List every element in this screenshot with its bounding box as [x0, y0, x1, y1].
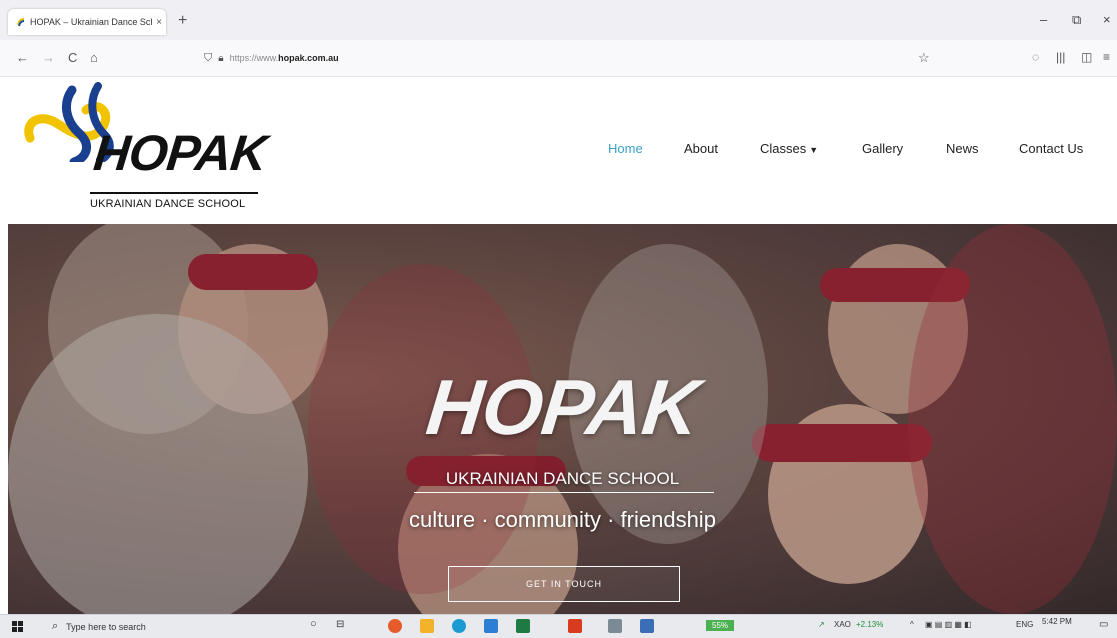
site-header: HOPAK UKRAINIAN DANCE SCHOOL Home About … — [0, 77, 1117, 224]
tab-close-icon[interactable]: × — [152, 17, 166, 28]
browser-tab[interactable]: HOPAK – Ukrainian Dance Scho × — [8, 9, 166, 35]
bookmark-star-icon[interactable]: ☆ — [918, 50, 930, 66]
address-bar[interactable]: ⛉ 🔒︎ https://www. hopak.com.au — [200, 46, 940, 70]
menu-icon[interactable]: ≡ — [1103, 50, 1110, 64]
minimize-icon[interactable]: – — [1040, 12, 1047, 27]
url-prefix: https://www. — [229, 53, 279, 63]
logo-wordmark: HOPAK — [91, 125, 269, 181]
search-icon: ⌕ — [52, 620, 59, 632]
browser-tab-bar: HOPAK – Ukrainian Dance Scho × + – ⧉ × — [0, 0, 1117, 40]
site-favicon-icon — [16, 17, 26, 27]
hero-banner: HOPAK UKRAINIAN DANCE SCHOOL culture · c… — [8, 224, 1117, 614]
url-host: hopak.com.au — [278, 53, 339, 63]
back-icon[interactable]: ← — [16, 50, 29, 65]
calculator-app-icon[interactable] — [608, 619, 622, 633]
stock-trend-icon: ↗ — [818, 620, 825, 629]
sidebar-icon[interactable]: ◫ — [1081, 50, 1092, 64]
excel-app-icon[interactable] — [516, 619, 530, 633]
reload-icon[interactable]: C — [68, 50, 77, 65]
ticker-name[interactable]: XAO — [834, 620, 851, 629]
battery-indicator[interactable]: 55% — [706, 620, 735, 631]
edge-app-icon[interactable] — [452, 619, 466, 633]
notification-icon[interactable]: ▭ — [1099, 619, 1108, 630]
nav-gallery[interactable]: Gallery — [862, 141, 903, 156]
office-app-icon[interactable] — [568, 619, 582, 633]
new-tab-button[interactable]: + — [178, 12, 187, 30]
logo-subtitle: UKRAINIAN DANCE SCHOOL — [90, 198, 246, 210]
windows-start-icon[interactable] — [12, 621, 23, 632]
restore-icon[interactable]: ⧉ — [1072, 12, 1081, 28]
home-icon[interactable]: ⌂ — [90, 50, 98, 65]
library-icon[interactable]: ||| — [1056, 50, 1065, 64]
firefox-app-icon[interactable] — [388, 619, 402, 633]
nav-home[interactable]: Home — [608, 141, 643, 156]
browser-toolbar: ← → C ⌂ ⛉ 🔒︎ https://www. hopak.com.au ☆… — [0, 40, 1117, 77]
nav-contact[interactable]: Contact Us — [1019, 141, 1083, 156]
tracking-shield-icon[interactable]: ⛉ — [204, 52, 212, 65]
forward-icon[interactable]: → — [42, 50, 55, 65]
nav-classes[interactable]: Classes ▼ — [760, 141, 818, 156]
hero-tagline: culture · community · friendship — [409, 507, 716, 532]
language-indicator[interactable]: ENG — [1016, 620, 1033, 629]
tab-title: HOPAK – Ukrainian Dance Scho — [30, 17, 152, 27]
get-in-touch-button[interactable]: GET IN TOUCH — [448, 566, 680, 602]
store-app-icon[interactable] — [484, 619, 498, 633]
file-explorer-icon[interactable] — [420, 619, 434, 633]
hero-title: HOPAK — [422, 363, 703, 451]
nav-news[interactable]: News — [946, 141, 979, 156]
hero-subtitle: UKRAINIAN DANCE SCHOOL — [445, 469, 680, 488]
caret-down-icon: ▼ — [809, 145, 819, 155]
taskbar-search-placeholder: Type here to search — [66, 621, 146, 632]
tray-chevron-icon[interactable]: ^ — [910, 620, 914, 629]
hero-divider — [414, 492, 714, 493]
taskbar-search[interactable]: ⌕ Type here to search — [44, 618, 274, 635]
logo-divider — [90, 192, 258, 194]
task-view-icon[interactable]: ⊟ — [336, 619, 344, 630]
close-window-icon[interactable]: × — [1103, 12, 1111, 27]
windows-taskbar: ⌕ Type here to search ○ ⊟ 55% ↗ XAO +2.1… — [0, 614, 1117, 638]
cortana-icon[interactable]: ○ — [310, 618, 317, 630]
tray-icons[interactable]: ▣ ▤ ▥ ▦ ◧ — [925, 620, 972, 629]
lock-icon[interactable]: 🔒︎ — [218, 53, 223, 64]
ticker-change: +2.13% — [856, 620, 884, 629]
site-logo[interactable]: HOPAK UKRAINIAN DANCE SCHOOL — [22, 82, 269, 217]
outlook-app-icon[interactable] — [640, 619, 654, 633]
nav-classes-label: Classes — [760, 141, 807, 156]
clock-time[interactable]: 5:42 PM — [1042, 617, 1072, 626]
pocket-icon[interactable]: ◌ — [1032, 50, 1039, 64]
nav-about[interactable]: About — [684, 141, 718, 156]
